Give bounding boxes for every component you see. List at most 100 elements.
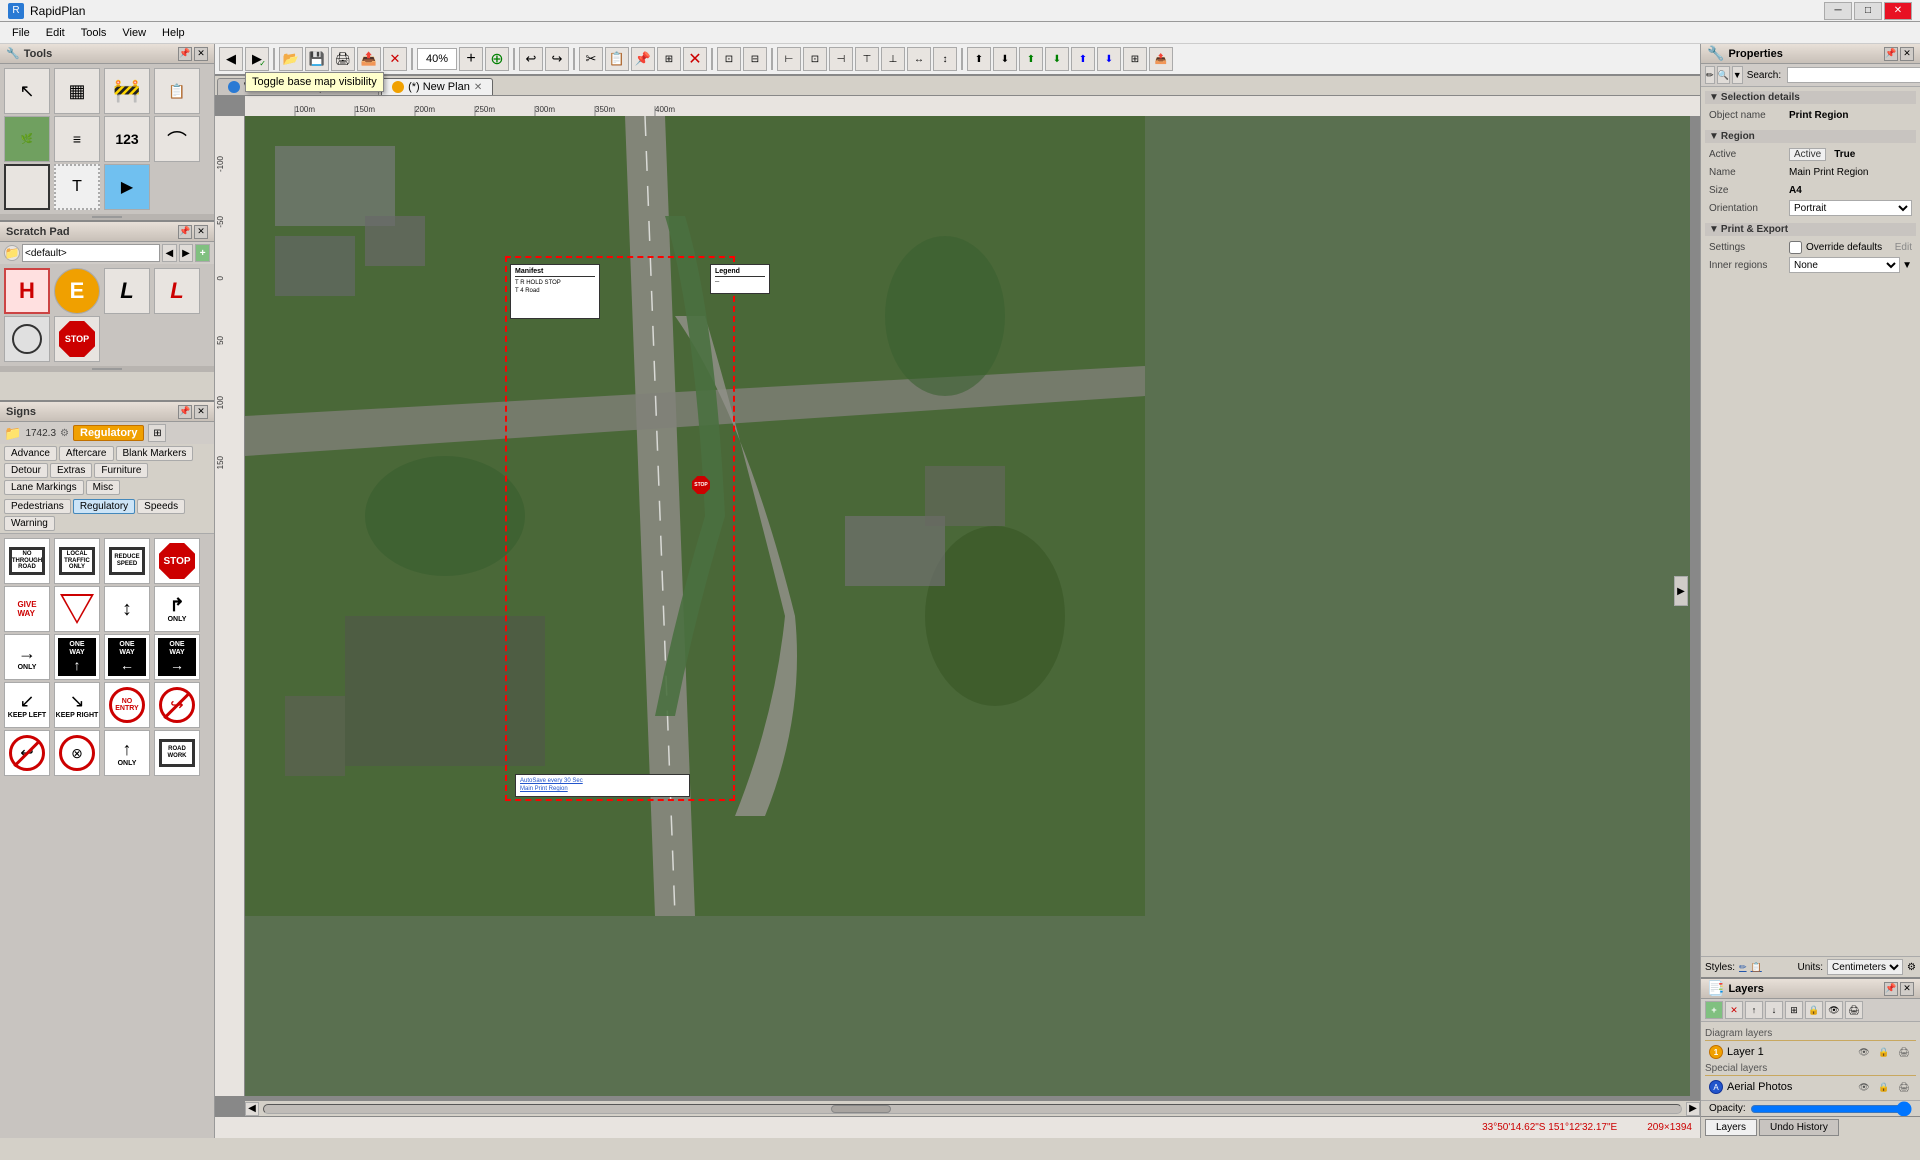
copy-button[interactable]: 📋	[605, 47, 629, 71]
layer-vis-btn[interactable]: 👁	[1825, 1001, 1843, 1019]
tab-undo-history[interactable]: Undo History	[1759, 1119, 1839, 1136]
list-tool-button[interactable]: ≡	[54, 116, 100, 162]
sign-no-entry[interactable]: NO ENTRY	[104, 682, 150, 728]
layer-merge-btn[interactable]: ⊞	[1785, 1001, 1803, 1019]
menu-view[interactable]: View	[114, 25, 154, 41]
sign-one-way-right[interactable]: ONEWAY→	[154, 634, 200, 680]
signs-close-button[interactable]: ✕	[194, 405, 208, 419]
layer-1-eye[interactable]: 👁	[1856, 1045, 1872, 1059]
align-center-button[interactable]: ⊡	[803, 47, 827, 71]
signs-grid-view[interactable]: ⊞	[148, 424, 166, 442]
cat-regulatory[interactable]: Regulatory	[73, 499, 135, 514]
layers-close-button[interactable]: ✕	[1900, 982, 1914, 996]
props-print-header[interactable]: ▼ Print & Export	[1705, 223, 1916, 236]
filter-misc[interactable]: Misc	[86, 480, 121, 495]
paste-button[interactable]: 📌	[631, 47, 655, 71]
select-tool-button[interactable]: ↖	[4, 68, 50, 114]
filter-advance[interactable]: Advance	[4, 446, 57, 461]
info-box[interactable]: AutoSave every 30 SecMain Print Region	[515, 774, 690, 797]
layer-1-print[interactable]: 🖨	[1896, 1045, 1912, 1059]
tools-close-button[interactable]: ✕	[194, 47, 208, 61]
scroll-thumb[interactable]	[831, 1105, 891, 1113]
props-selection-header[interactable]: ▼ Selection details	[1705, 91, 1916, 104]
filter-lane-markings[interactable]: Lane Markings	[4, 480, 84, 495]
map-canvas[interactable]: Manifest T R HOLD STOPT 4 Road Legend ─ …	[245, 116, 1690, 1096]
props-tb-search[interactable]: 🔍	[1717, 66, 1730, 84]
number-tool-button[interactable]: 123	[104, 116, 150, 162]
signs-category[interactable]: Regulatory	[73, 425, 144, 441]
sign-straight-only[interactable]: ↑ ONLY	[104, 730, 150, 776]
sign-no-uturn[interactable]: ↩	[4, 730, 50, 776]
scroll-track[interactable]	[263, 1104, 1682, 1114]
cat-pedestrians[interactable]: Pedestrians	[4, 499, 71, 514]
zoom-input[interactable]	[417, 48, 457, 70]
layers-pin-button[interactable]: 📌	[1884, 982, 1898, 996]
manifest-box[interactable]: Manifest T R HOLD STOPT 4 Road	[510, 264, 600, 319]
toolbar-misc2[interactable]: 📤	[1149, 47, 1173, 71]
scratch-nav-right[interactable]: ▶	[179, 244, 194, 262]
tab-new-plan[interactable]: (*) New Plan ✕	[381, 78, 493, 95]
ungroup-button[interactable]: ⊟	[743, 47, 767, 71]
align-top-button[interactable]: ⊤	[855, 47, 879, 71]
menu-help[interactable]: Help	[154, 25, 193, 41]
distribute-h-button[interactable]: ↔	[907, 47, 931, 71]
cat-warning[interactable]: Warning	[4, 516, 55, 531]
hatch-tool-button[interactable]: ▦	[54, 68, 100, 114]
props-search-input[interactable]	[1787, 67, 1920, 83]
sign-keep-right[interactable]: ↘ KEEP RIGHT	[54, 682, 100, 728]
redo-button[interactable]: ↪	[545, 47, 569, 71]
layer-add-btn[interactable]: +	[1705, 1001, 1723, 1019]
zoom-in-button[interactable]: +	[459, 47, 483, 71]
menu-file[interactable]: File	[4, 25, 38, 41]
sign-turn-only[interactable]: ↱ ONLY	[154, 586, 200, 632]
cat-speeds[interactable]: Speeds	[137, 499, 185, 514]
maximize-button[interactable]: □	[1854, 2, 1882, 20]
layer-up-btn[interactable]: ↑	[1745, 1001, 1763, 1019]
scratch-stop-sign[interactable]: STOP	[54, 316, 100, 362]
units-select[interactable]: Centimeters Meters Inches	[1827, 959, 1903, 975]
aerial-eye[interactable]: 👁	[1856, 1080, 1872, 1094]
group-button[interactable]: ⊡	[717, 47, 741, 71]
curve-tool-button[interactable]: ⌒	[154, 116, 200, 162]
save-button[interactable]: 💾	[305, 47, 329, 71]
filter-extras[interactable]: Extras	[50, 463, 92, 478]
legend-box[interactable]: Legend ─	[710, 264, 770, 294]
export-button[interactable]: 📤	[357, 47, 381, 71]
text-tool-button[interactable]: T	[54, 164, 100, 210]
layer-lock-btn[interactable]: 🔒	[1805, 1001, 1823, 1019]
sign-give-way[interactable]: GIVEWAY	[4, 586, 50, 632]
filter-detour[interactable]: Detour	[4, 463, 48, 478]
sign-no-right-turn[interactable]: ↪	[154, 682, 200, 728]
hscroll-left[interactable]: ◀	[245, 1102, 259, 1116]
sign-no-overtake[interactable]: ⊗	[54, 730, 100, 776]
bring-forward-button[interactable]: ⬆	[1019, 47, 1043, 71]
terrain-tool-button[interactable]: 🌿	[4, 116, 50, 162]
layer-down-btn[interactable]: ↓	[1765, 1001, 1783, 1019]
scratch-default-input[interactable]	[22, 244, 160, 262]
sign-yield-triangle[interactable]	[54, 586, 100, 632]
zoom-fit-button[interactable]: ⊕	[485, 47, 509, 71]
props-region-header[interactable]: ▼ Region	[1705, 130, 1916, 143]
scratch-e-sign[interactable]: E	[54, 268, 100, 314]
sign-one-way-left[interactable]: ONEWAY←	[104, 634, 150, 680]
scratch-add-button[interactable]: +	[195, 244, 210, 262]
new-plan-tab-close[interactable]: ✕	[474, 82, 482, 93]
canvas-area[interactable]: 100m 150m 200m 250m 300m 350m 400m	[215, 96, 1700, 1116]
distribute-v-button[interactable]: ↕	[933, 47, 957, 71]
hscroll-right[interactable]: ▶	[1686, 1102, 1700, 1116]
signs-panel-header[interactable]: Signs 📌 ✕	[0, 402, 214, 422]
props-override-checkbox[interactable]	[1789, 241, 1802, 254]
back-button[interactable]: ◀	[219, 47, 243, 71]
layer-1-lock[interactable]: 🔒	[1876, 1045, 1892, 1059]
duplicate-button[interactable]: ⊞	[657, 47, 681, 71]
aerial-print[interactable]: 🖨	[1896, 1080, 1912, 1094]
sign-two-way[interactable]: ↕	[104, 586, 150, 632]
align-bottom-button[interactable]: ⊥	[881, 47, 905, 71]
props-pin-button[interactable]: 📌	[1884, 47, 1898, 61]
fill-tool-button[interactable]	[4, 164, 50, 210]
sign-local-traffic-only[interactable]: LOCALTRAFFICONLY	[54, 538, 100, 584]
map-stop-sign[interactable]: STOP	[692, 476, 712, 496]
props-close-button[interactable]: ✕	[1900, 47, 1914, 61]
forward-button[interactable]: ▶ ✓	[245, 47, 269, 71]
menu-edit[interactable]: Edit	[38, 25, 73, 41]
